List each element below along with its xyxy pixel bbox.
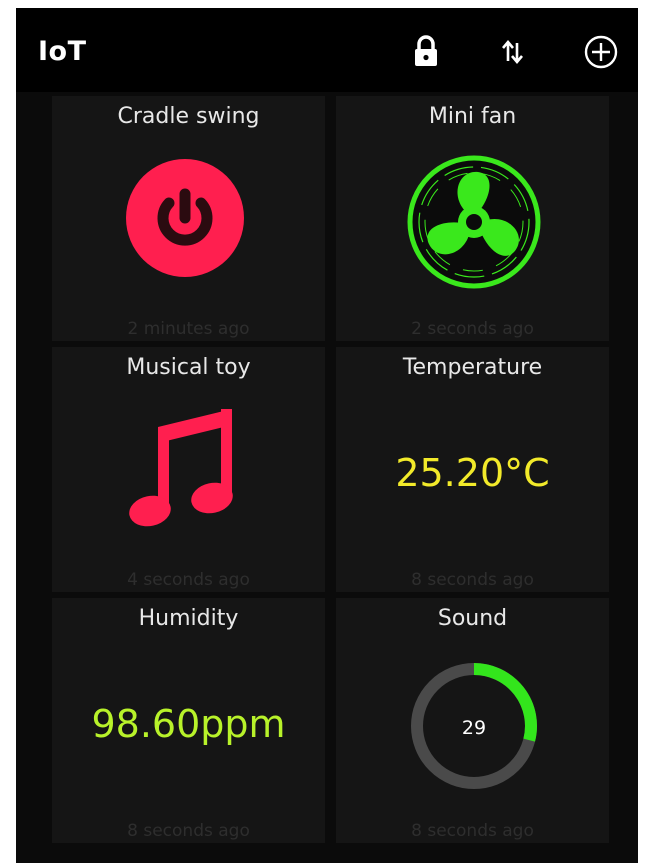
lock-icon[interactable]: [404, 30, 448, 74]
tile-musical-toy[interactable]: Musical toy 4 seconds ago: [52, 347, 325, 592]
app-screen: IoT Cradle swing 2 minutes ago Mini fan …: [16, 8, 638, 863]
tile-title: Cradle swing: [117, 104, 260, 129]
tile-title: Humidity: [138, 606, 239, 631]
app-title: IoT: [38, 36, 87, 67]
humidity-value: 98.60ppm: [91, 702, 286, 746]
sound-gauge: 29: [411, 663, 537, 789]
tile-cradle-swing[interactable]: Cradle swing 2 minutes ago: [52, 96, 325, 341]
sort-arrows-icon[interactable]: [490, 30, 534, 74]
add-circle-icon[interactable]: [579, 30, 623, 74]
power-icon[interactable]: [125, 158, 245, 278]
temperature-value: 25.20°C: [395, 451, 550, 495]
tile-timestamp: 2 seconds ago: [411, 319, 534, 339]
tile-title: Musical toy: [126, 355, 251, 380]
tile-timestamp: 4 seconds ago: [127, 570, 250, 590]
gauge-value: 29: [462, 717, 486, 739]
tile-temperature[interactable]: Temperature 25.20°C 8 seconds ago: [336, 347, 609, 592]
device-grid: Cradle swing 2 minutes ago Mini fan 2 se…: [16, 92, 638, 863]
tile-mini-fan[interactable]: Mini fan 2 seconds ago: [336, 96, 609, 341]
fan-icon[interactable]: [406, 154, 542, 290]
tile-timestamp: 2 minutes ago: [127, 319, 250, 339]
tile-humidity[interactable]: Humidity 98.60ppm 8 seconds ago: [52, 598, 325, 843]
music-note-icon[interactable]: [128, 405, 248, 535]
tile-timestamp: 8 seconds ago: [127, 821, 250, 841]
tile-title: Mini fan: [428, 104, 517, 129]
tile-timestamp: 8 seconds ago: [411, 570, 534, 590]
tile-sound[interactable]: Sound 29 8 seconds ago: [336, 598, 609, 843]
tile-timestamp: 8 seconds ago: [411, 821, 534, 841]
tile-title: Temperature: [402, 355, 543, 380]
app-bar: IoT: [16, 8, 638, 92]
tile-title: Sound: [437, 606, 508, 631]
